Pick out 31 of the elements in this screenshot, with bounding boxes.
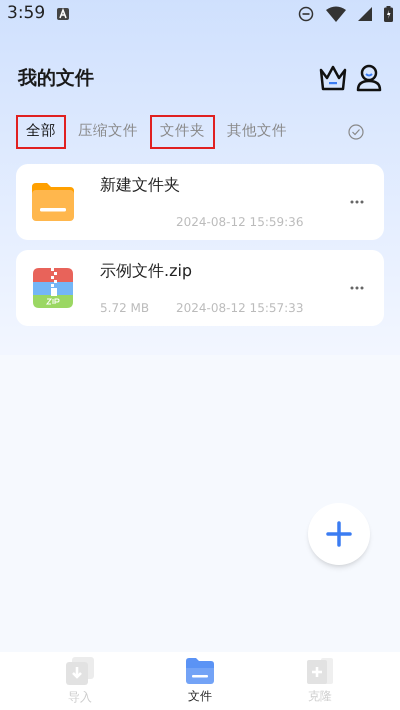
battery-icon [384, 6, 393, 22]
status-time: 3:59 [7, 2, 46, 26]
page-title: 我的文件 [18, 66, 94, 91]
clone-icon [307, 658, 333, 684]
notification-icon [57, 8, 70, 20]
user-icon[interactable] [356, 64, 382, 92]
filter-tab[interactable]: 其他文件 [217, 115, 297, 149]
do-not-disturb-icon [298, 6, 314, 22]
zip-file-icon [33, 268, 73, 308]
filter-tab[interactable]: 压缩文件 [68, 115, 148, 149]
file-name: 新建文件夹 [100, 174, 180, 196]
filter-tab[interactable]: 全部 [16, 115, 66, 149]
file-date: 2024-08-12 15:57:33 [176, 300, 304, 316]
filter-tab[interactable]: 文件夹 [150, 115, 215, 149]
import-icon [66, 656, 94, 684]
plus-icon [326, 521, 352, 547]
file-card[interactable]: 示例文件.zip 5.72 MB 2024-08-12 15:57:33 [16, 250, 384, 326]
add-button[interactable] [308, 503, 370, 565]
folder-icon [186, 658, 214, 684]
more-options-icon[interactable] [350, 200, 364, 204]
more-options-icon[interactable] [350, 286, 364, 290]
file-size: 5.72 MB [100, 300, 150, 316]
file-name: 示例文件.zip [100, 260, 192, 282]
select-all-icon[interactable] [348, 124, 364, 140]
crown-icon[interactable] [318, 64, 348, 92]
file-card[interactable]: 新建文件夹 2024-08-12 15:59:36 [16, 164, 384, 240]
wifi-icon [326, 6, 346, 22]
file-date: 2024-08-12 15:59:36 [176, 214, 304, 230]
signal-icon [358, 7, 372, 21]
folder-icon [32, 183, 74, 221]
nav-tab[interactable]: 文件 [165, 658, 235, 704]
